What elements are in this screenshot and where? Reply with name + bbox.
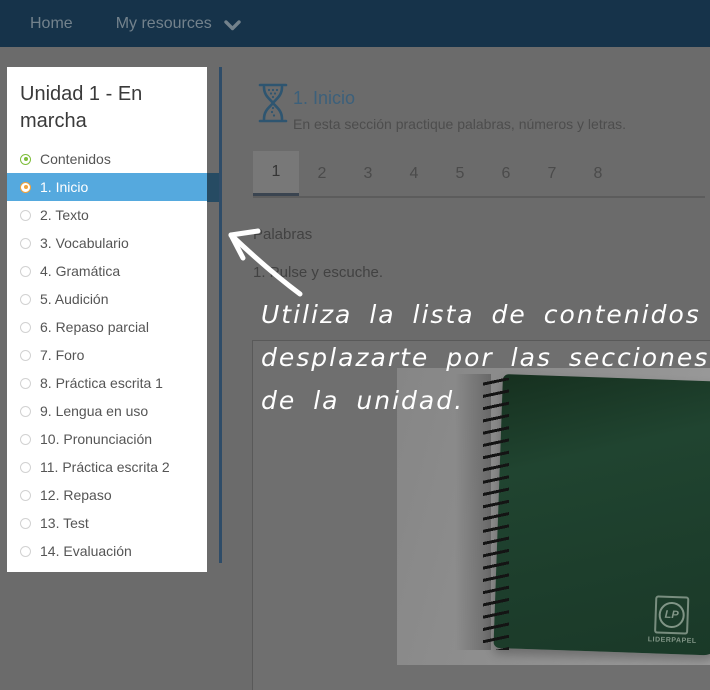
section-title: 1. Inicio: [293, 88, 355, 109]
page-tab-label: 2: [318, 165, 327, 183]
section-description: En esta sección practique palabras, núme…: [293, 116, 626, 132]
brand-logo: LP LIDERPAPEL: [648, 595, 696, 645]
menu-item-label: 7. Foro: [40, 347, 84, 363]
page-tab[interactable]: 6: [483, 151, 529, 197]
menu-item-label: 8. Práctica escrita 1: [40, 375, 163, 391]
page-tab-label: 3: [364, 165, 373, 183]
menu-item-label: 9. Lengua en uso: [40, 403, 148, 419]
menu-item-label: 5. Audición: [40, 291, 109, 307]
sidebar-menu-item[interactable]: 10. Pronunciación: [7, 425, 207, 453]
bullet-icon: [20, 322, 31, 333]
course-page: Home My resources 1. Inicio En esta secc…: [0, 0, 710, 690]
menu-item-label: 6. Repaso parcial: [40, 319, 149, 335]
menu-item-label: 4. Gramática: [40, 263, 120, 279]
bullet-icon: [20, 210, 31, 221]
nav-my-resources-label: My resources: [116, 15, 212, 33]
bullet-icon: [20, 406, 31, 417]
page-tab[interactable]: 2: [299, 151, 345, 197]
page-tab-label: 5: [456, 165, 465, 183]
sidebar-menu-item[interactable]: 8. Práctica escrita 1: [7, 369, 207, 397]
page-tab-label: 6: [502, 165, 511, 183]
page-tab-label: 7: [548, 165, 557, 183]
hourglass-icon: [256, 81, 290, 125]
bullet-icon: [20, 182, 31, 193]
page-tab[interactable]: 3: [345, 151, 391, 197]
sidebar-menu-item[interactable]: 6. Repaso parcial: [7, 313, 207, 341]
menu-item-label: 3. Vocabulario: [40, 235, 129, 251]
menu-item-label: 2. Texto: [40, 207, 89, 223]
bullet-icon: [20, 350, 31, 361]
page-tab[interactable]: 7: [529, 151, 575, 197]
menu-item-label: Contenidos: [40, 151, 111, 167]
page-tab[interactable]: 1: [253, 151, 299, 197]
sidebar-menu-item[interactable]: 2. Texto: [7, 201, 207, 229]
sidebar-menu-item[interactable]: 4. Gramática: [7, 257, 207, 285]
sidebar-menu-item[interactable]: Contenidos: [7, 145, 207, 173]
sidebar-divider-line: [219, 67, 222, 563]
menu-item-label: 11. Práctica escrita 2: [40, 459, 170, 475]
menu-item-label: 12. Repaso: [40, 487, 112, 503]
page-tab-label: 8: [594, 165, 603, 183]
nav-my-resources-link[interactable]: My resources: [116, 15, 241, 33]
bullet-icon: [20, 462, 31, 473]
pagination: 1 2 3 4 5 6 7 8: [253, 151, 621, 197]
bullet-icon: [20, 238, 31, 249]
bullet-icon: [20, 434, 31, 445]
sidebar-menu: Contenidos 1. Inicio 2. Texto 3. Vocabul…: [7, 145, 207, 565]
sidebar-menu-item[interactable]: 5. Audición: [7, 285, 207, 313]
bullet-icon: [20, 518, 31, 529]
sidebar-menu-item[interactable]: 13. Test: [7, 509, 207, 537]
bullet-icon: [20, 546, 31, 557]
lp-monogram: LP: [658, 602, 685, 629]
nav-home-link[interactable]: Home: [30, 15, 73, 33]
tutorial-line-2: desplazarte por las secciones: [261, 336, 710, 379]
top-nav: Home My resources: [0, 0, 710, 47]
bullet-icon: [20, 154, 31, 165]
bullet-icon: [20, 490, 31, 501]
tutorial-line-1: Utiliza la lista de contenidos para: [261, 293, 710, 336]
menu-item-label: 14. Evaluación: [40, 543, 132, 559]
sidebar-menu-item[interactable]: 11. Práctica escrita 2: [7, 453, 207, 481]
page-tab[interactable]: 5: [437, 151, 483, 197]
brand-name: LIDERPAPEL: [648, 636, 694, 645]
bullet-icon: [20, 266, 31, 277]
bullet-icon: [20, 294, 31, 305]
page-tab-label: 1: [272, 163, 281, 181]
sidebar-menu-item[interactable]: 3. Vocabulario: [7, 229, 207, 257]
sidebar-menu-item[interactable]: 1. Inicio: [7, 173, 207, 201]
sidebar-menu-item[interactable]: 12. Repaso: [7, 481, 207, 509]
tutorial-arrow-icon: [218, 222, 310, 304]
page-tab[interactable]: 4: [391, 151, 437, 197]
page-tab[interactable]: 8: [575, 151, 621, 197]
unit-title: Unidad 1 - En marcha: [20, 81, 194, 135]
tutorial-line-3: de la unidad.: [261, 379, 710, 422]
bullet-icon: [20, 378, 31, 389]
sidebar-menu-item[interactable]: 7. Foro: [7, 341, 207, 369]
menu-item-label: 1. Inicio: [40, 179, 88, 195]
lp-monogram-box: LP: [654, 595, 689, 634]
sidebar-panel: Unidad 1 - En marcha Contenidos 1. Inici…: [7, 67, 207, 572]
tutorial-text: Utiliza la lista de contenidos para desp…: [261, 293, 710, 422]
pagination-underline: [253, 196, 705, 198]
sidebar-menu-item[interactable]: 9. Lengua en uso: [7, 397, 207, 425]
chevron-down-icon: [224, 20, 241, 31]
active-item-highlight-stub: [207, 173, 219, 202]
page-tab-label: 4: [410, 165, 419, 183]
menu-item-label: 10. Pronunciación: [40, 431, 152, 447]
menu-item-label: 13. Test: [40, 515, 89, 531]
sidebar-menu-item[interactable]: 14. Evaluación: [7, 537, 207, 565]
